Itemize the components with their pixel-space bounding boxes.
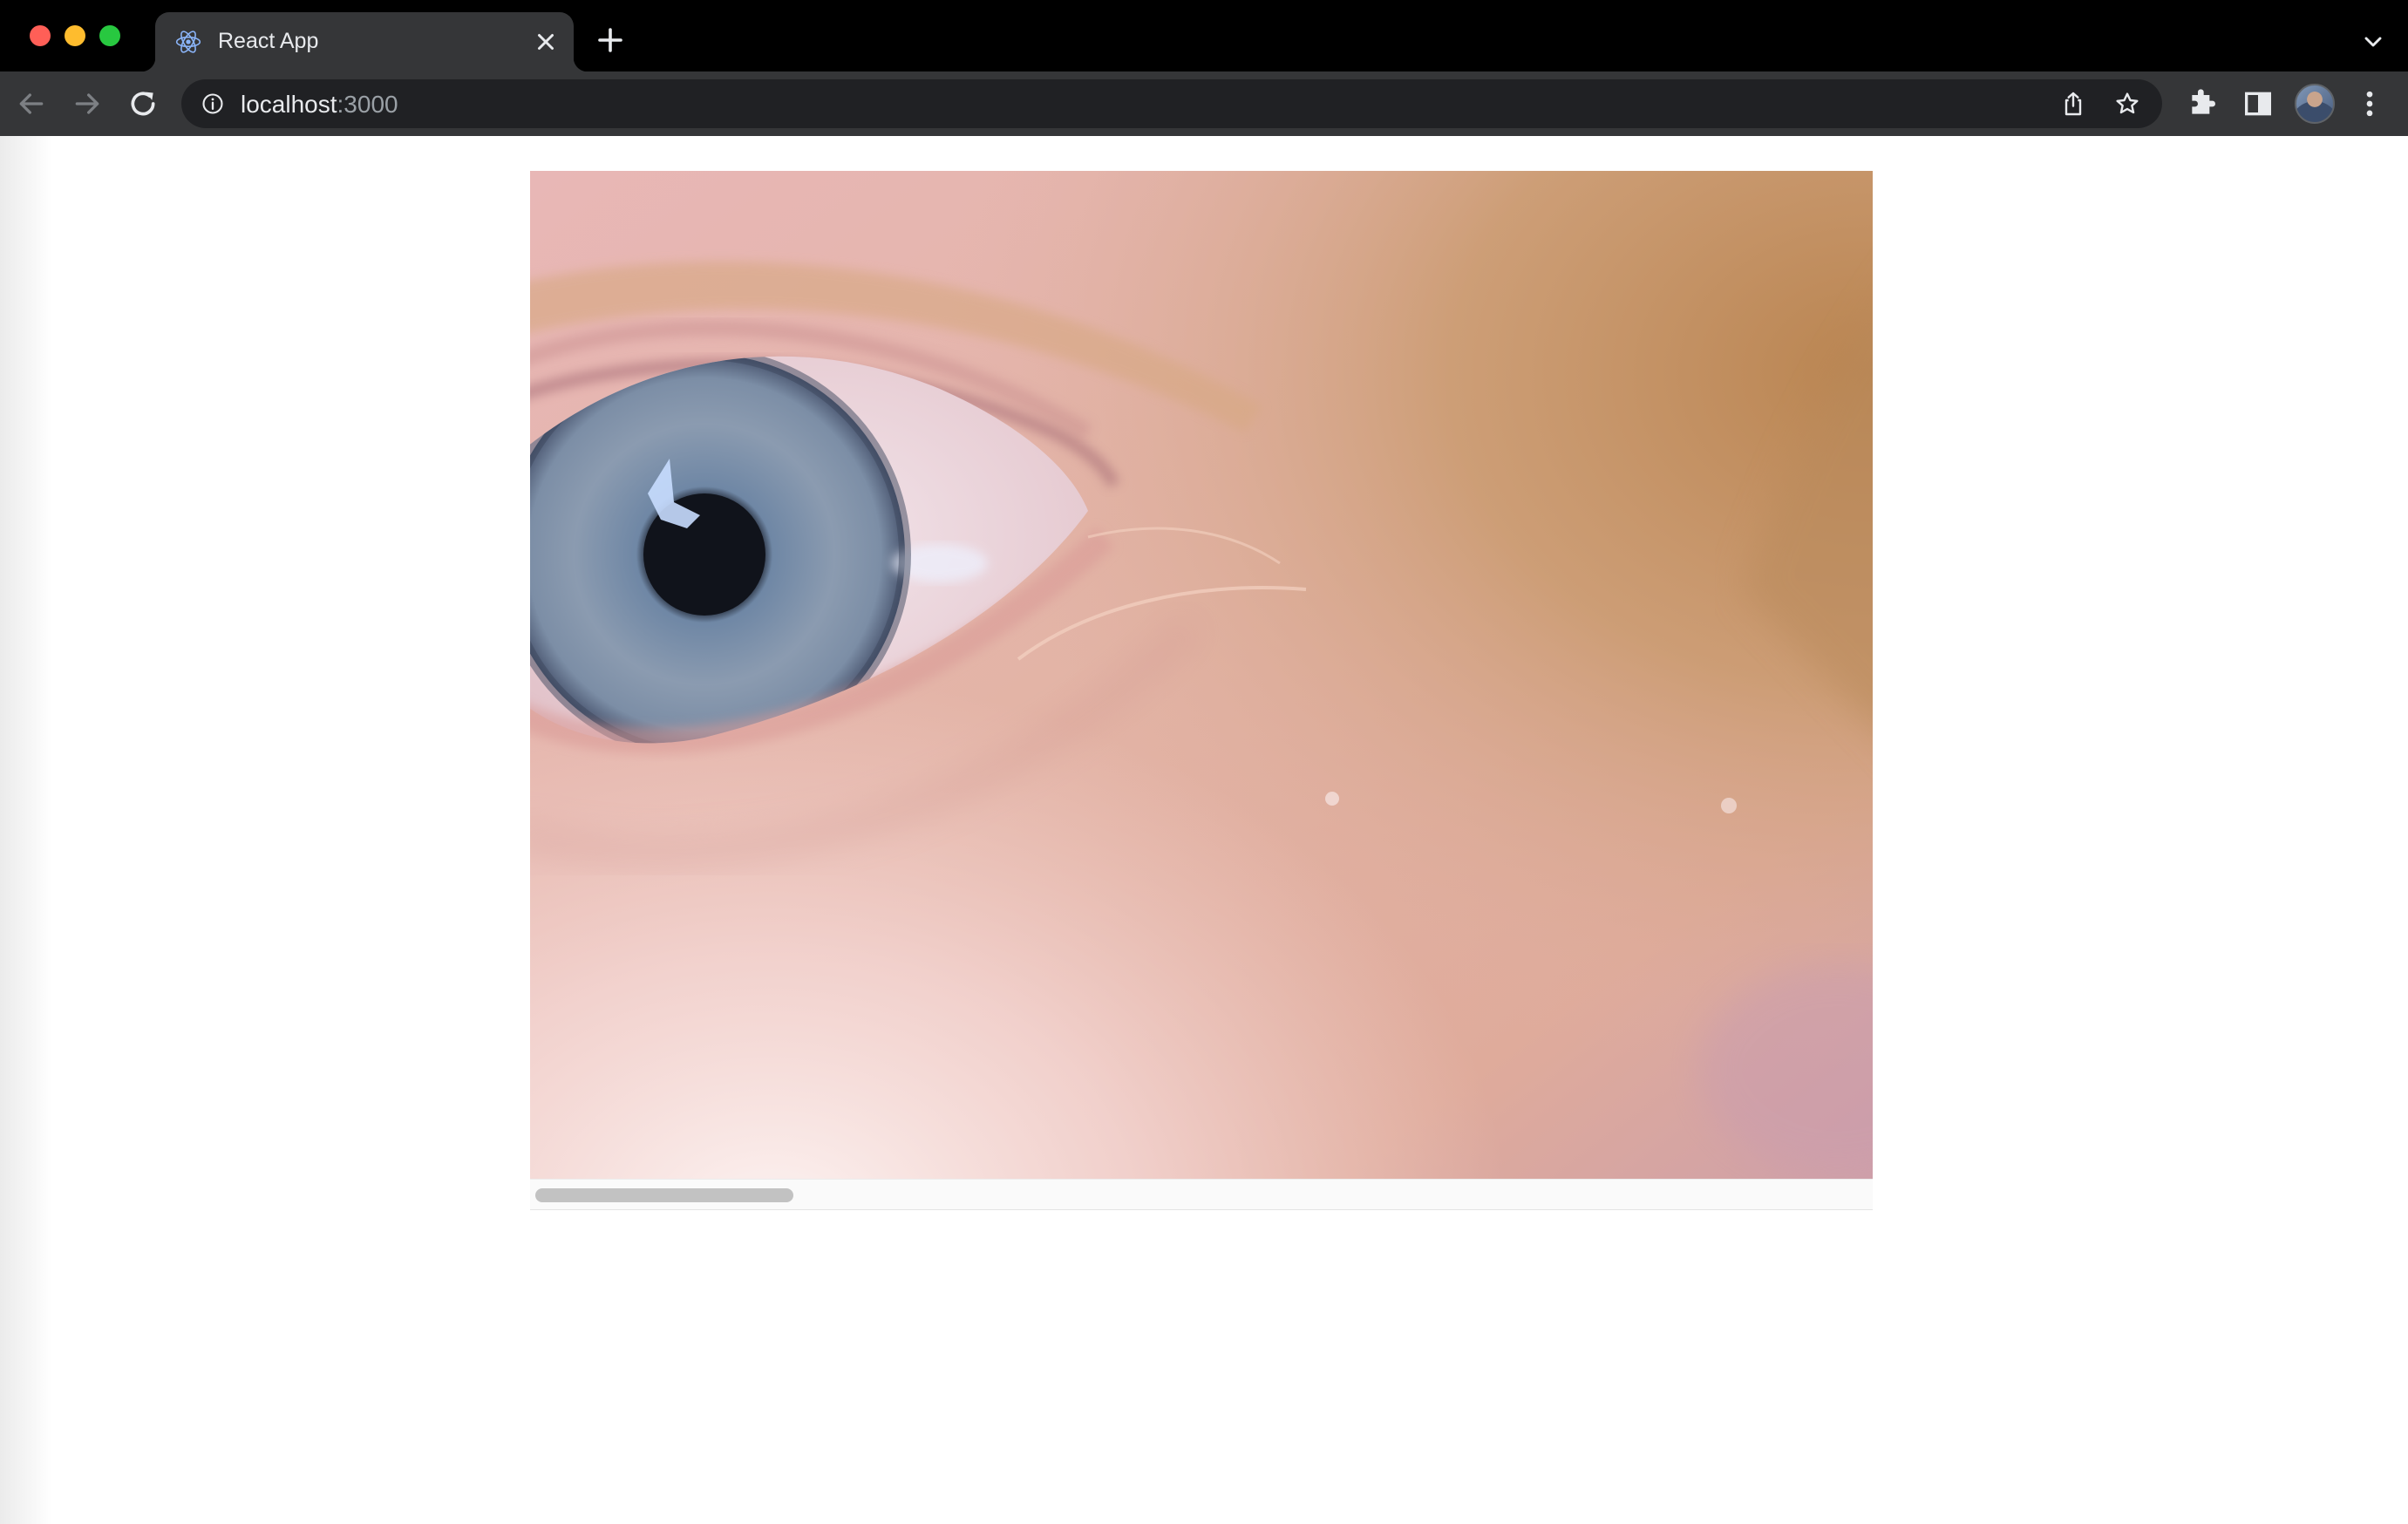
star-icon[interactable] [2113, 90, 2141, 118]
side-panel-icon[interactable] [2241, 86, 2275, 121]
reload-icon[interactable] [126, 86, 160, 121]
browser-tab[interactable]: React App [141, 12, 588, 71]
minimize-window-button[interactable] [65, 25, 85, 46]
tab-search-icon[interactable] [2359, 28, 2387, 56]
extensions-icon[interactable] [2185, 86, 2220, 121]
scrollbar-thumb[interactable] [535, 1188, 793, 1202]
new-tab-icon[interactable] [595, 24, 626, 56]
close-window-button[interactable] [30, 25, 51, 46]
tab-title: React App [218, 29, 319, 53]
url-text[interactable]: localhost:3000 [241, 91, 398, 119]
viewport-edge-shadow [0, 136, 52, 1524]
url-port: :3000 [337, 91, 398, 118]
page-viewport [0, 136, 2408, 1524]
close-tab-icon[interactable] [530, 26, 561, 58]
react-logo-icon [175, 31, 201, 53]
share-icon[interactable] [2059, 90, 2087, 118]
address-bar[interactable]: localhost:3000 [181, 79, 2162, 128]
eye-closeup-image [530, 171, 1873, 1179]
horizontal-scrollbar[interactable] [530, 1179, 1873, 1210]
more-menu-icon[interactable] [2352, 86, 2387, 121]
browser-toolbar: localhost:3000 [0, 71, 2408, 136]
back-arrow-icon[interactable] [14, 86, 49, 121]
profile-avatar[interactable] [2295, 84, 2335, 124]
tab-strip: React App [0, 0, 2408, 71]
info-icon[interactable] [201, 92, 225, 116]
url-host: localhost [241, 91, 337, 118]
image-scroll-container[interactable] [530, 171, 1873, 1210]
maximize-window-button[interactable] [99, 25, 120, 46]
forward-arrow-icon[interactable] [70, 86, 105, 121]
